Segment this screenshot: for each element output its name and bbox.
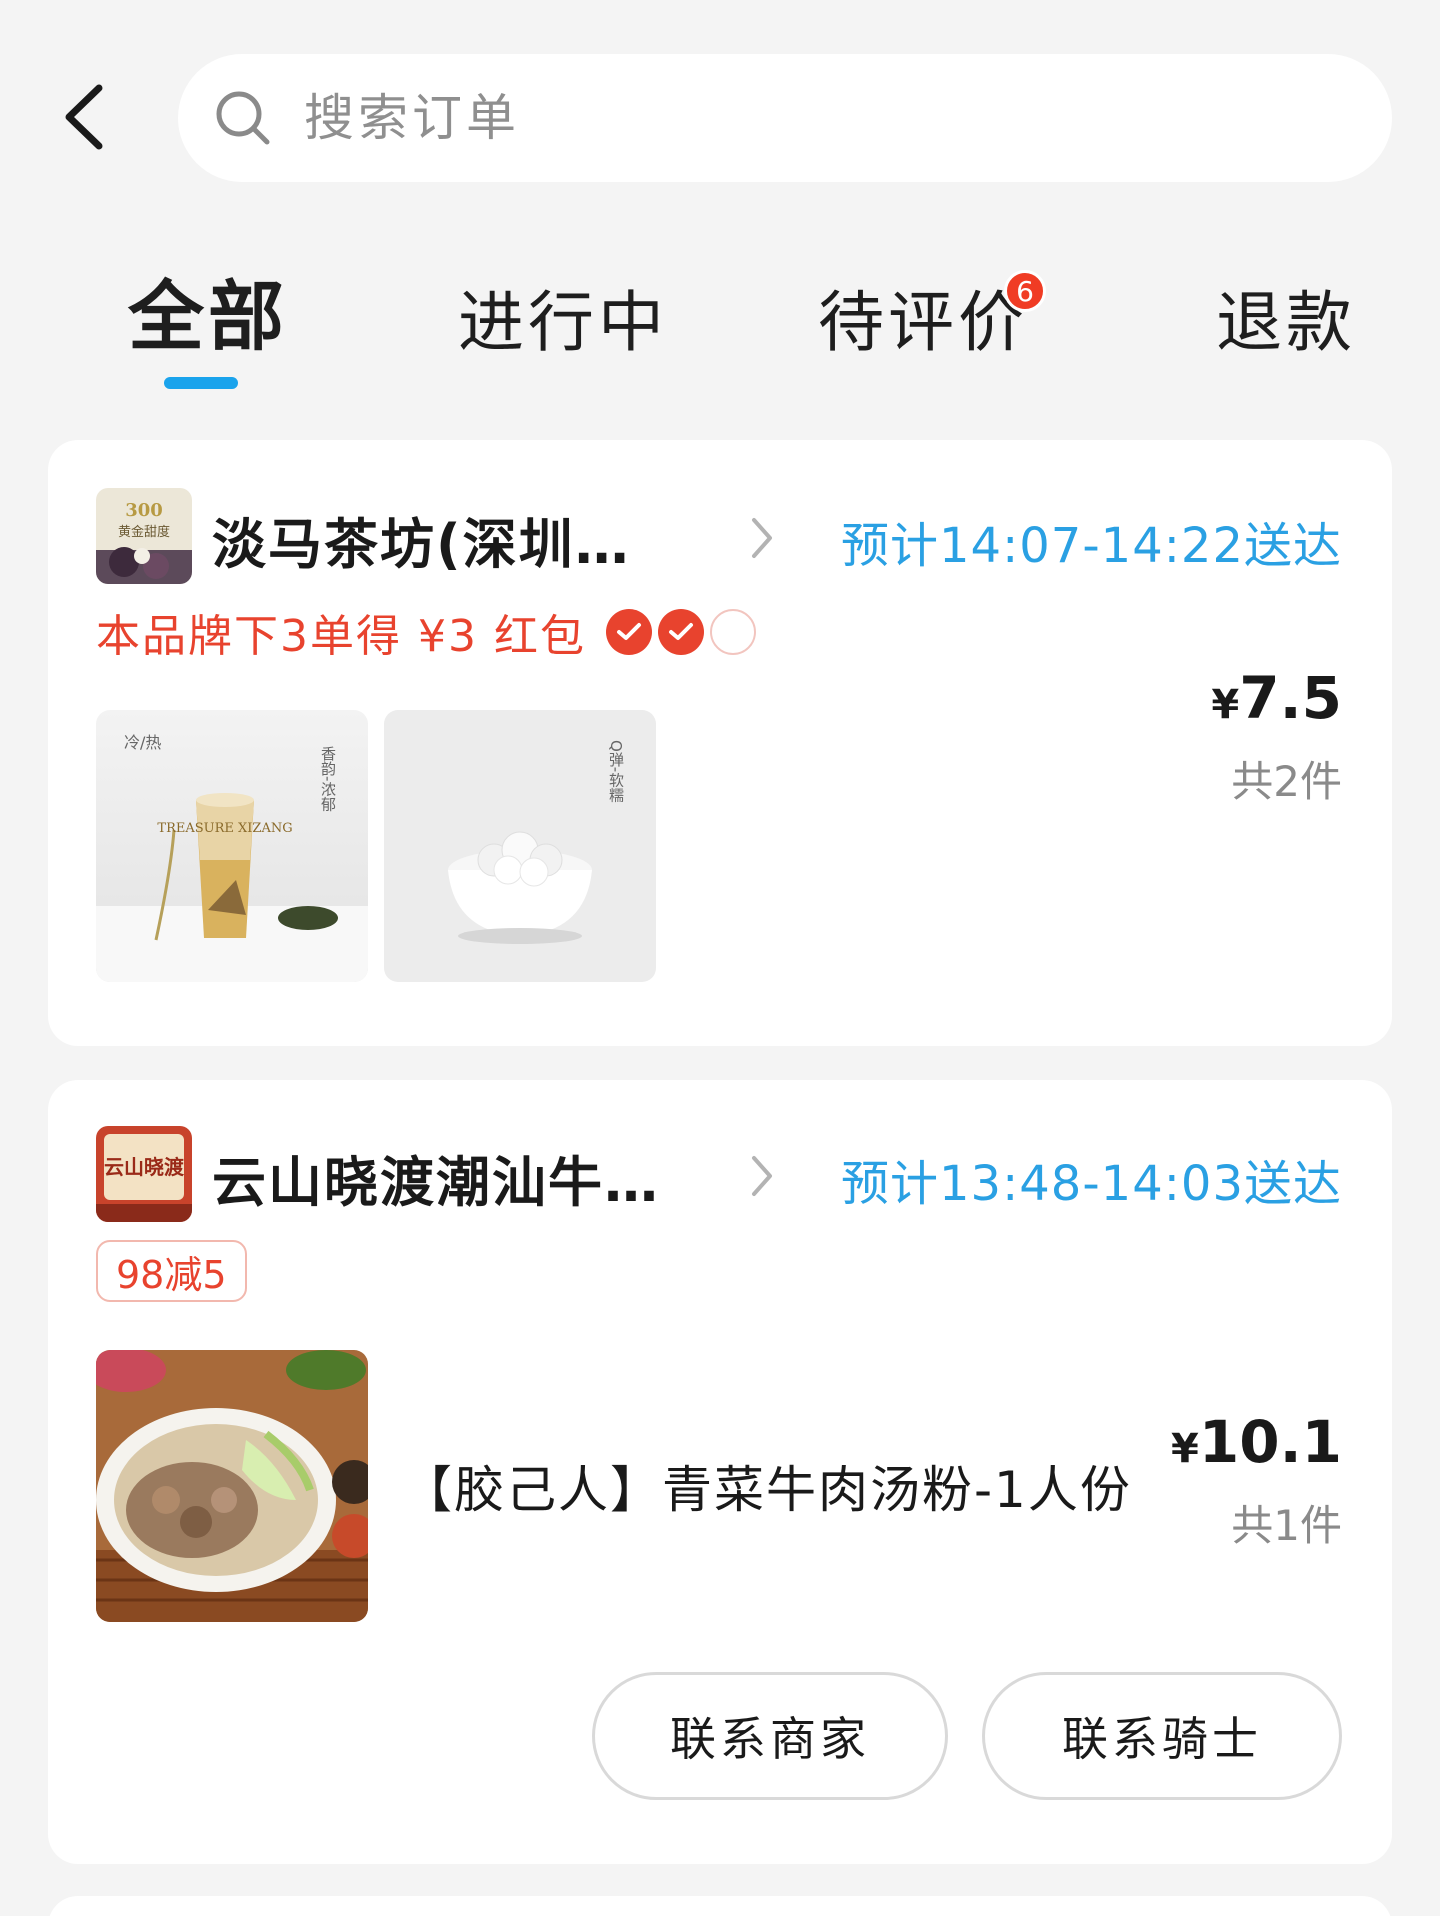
search-box[interactable] (178, 54, 1392, 182)
promo-text: 本品牌下3单得 ¥3 红包 (96, 611, 586, 662)
tab-to-review[interactable]: 待评价 (818, 269, 1028, 389)
check-icon (657, 609, 704, 655)
back-button[interactable] (48, 72, 118, 162)
svg-text:冷/热: 冷/热 (124, 733, 161, 752)
order-price: ¥7.5 (1211, 664, 1342, 732)
discount-tag: 98减5 (96, 1240, 247, 1302)
top-bar (0, 0, 1440, 200)
item-count: 共2件 (1231, 757, 1342, 806)
currency-symbol: ¥ (1211, 682, 1240, 728)
store-logo: 云山晓渡 (96, 1126, 192, 1222)
chevron-right-icon (742, 508, 782, 568)
item-count: 共1件 (1231, 1501, 1342, 1550)
contact-merchant-button[interactable]: 联系商家 (592, 1672, 948, 1800)
order-card[interactable] (48, 1896, 1392, 1916)
tab-in-progress[interactable]: 进行中 (458, 269, 668, 389)
svg-text:香韵-浓郁: 香韵-浓郁 (319, 746, 337, 813)
store-name[interactable]: 淡马茶坊(深圳… (212, 500, 631, 579)
order-price: ¥10.1 (1171, 1408, 1342, 1476)
check-icon (605, 609, 652, 655)
price-value: 10.1 (1198, 1408, 1342, 1476)
order-tabs: 全部 进行中 待评价 退款 (0, 255, 1440, 395)
search-icon (208, 83, 278, 153)
order-card[interactable]: 云山晓渡 云山晓渡潮汕牛… 预计13:48-14:03送达 98减5 【胶己人】… (48, 1080, 1392, 1864)
svg-text:云山晓渡: 云山晓渡 (104, 1155, 185, 1179)
chevron-right-icon (742, 1146, 782, 1206)
delivery-eta: 预计14:07-14:22送达 (841, 518, 1342, 574)
price-value: 7.5 (1239, 664, 1342, 732)
chevron-left-icon (65, 84, 103, 150)
currency-symbol: ¥ (1171, 1426, 1199, 1472)
promo-progress (605, 609, 762, 655)
svg-text:Q弹-软糯: Q弹-软糯 (607, 740, 625, 802)
svg-text:300: 300 (125, 500, 163, 521)
product-image[interactable]: Q弹-软糯 (384, 710, 656, 982)
product-image[interactable]: 冷/热 香韵-浓郁 TREASURE XIZANG (96, 710, 368, 982)
tab-all[interactable]: 全部 (128, 255, 288, 375)
delivery-eta: 预计13:48-14:03送达 (841, 1156, 1342, 1212)
order-card[interactable]: 300 黄金甜度 淡马茶坊(深圳… 预计14:07-14:22送达 本品牌下3单… (48, 440, 1392, 1046)
product-image[interactable] (96, 1350, 368, 1622)
active-tab-indicator (164, 377, 238, 389)
brand-promo: 本品牌下3单得 ¥3 红包 (96, 600, 762, 664)
search-input[interactable] (304, 89, 1304, 147)
review-count-badge: 6 (1004, 270, 1046, 312)
empty-circle-icon (709, 609, 756, 655)
tab-refund[interactable]: 退款 (1216, 269, 1356, 389)
store-name[interactable]: 云山晓渡潮汕牛… (212, 1138, 660, 1217)
svg-text:TREASURE XIZANG: TREASURE XIZANG (157, 821, 292, 836)
contact-rider-button[interactable]: 联系骑士 (982, 1672, 1342, 1800)
store-logo: 300 黄金甜度 (96, 488, 192, 584)
item-name[interactable]: 【胶己人】青菜牛肉汤粉-1人份 (402, 1450, 1132, 1522)
svg-text:黄金甜度: 黄金甜度 (118, 524, 170, 540)
